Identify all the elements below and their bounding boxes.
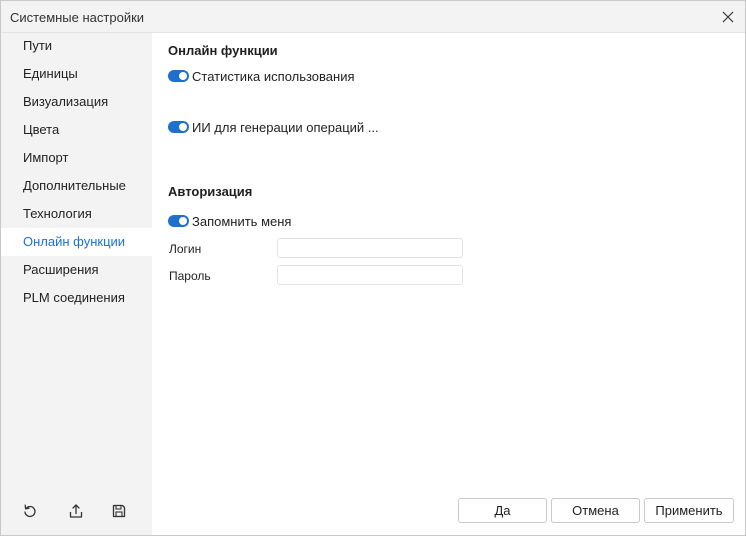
- sidebar-item-units[interactable]: Единицы: [1, 60, 152, 88]
- reset-button[interactable]: [18, 499, 42, 523]
- toggle-knob: [179, 217, 187, 225]
- sidebar-item-technology[interactable]: Технология: [1, 200, 152, 228]
- login-input[interactable]: [277, 238, 463, 258]
- cancel-button[interactable]: Отмена: [551, 498, 640, 523]
- sidebar-item-import[interactable]: Импорт: [1, 144, 152, 172]
- remember-me-label: Запомнить меня: [192, 213, 292, 229]
- usage-stats-label: Статистика использования: [192, 68, 355, 84]
- export-icon: [69, 504, 83, 518]
- window-title: Системные настройки: [10, 10, 145, 25]
- close-icon: [722, 11, 734, 23]
- title-bar: Системные настройки: [1, 1, 745, 33]
- authorization-heading: Авторизация: [168, 184, 253, 199]
- settings-content: Онлайн функции Статистика использования …: [152, 33, 745, 535]
- login-label: Логин: [169, 242, 202, 256]
- sidebar-item-visualization[interactable]: Визуализация: [1, 88, 152, 116]
- sidebar-item-online-functions[interactable]: Онлайн функции: [1, 228, 152, 256]
- remember-me-toggle[interactable]: [168, 215, 189, 227]
- usage-stats-toggle-row[interactable]: Статистика использования: [168, 68, 355, 84]
- settings-dialog: Системные настройки Пути Единицы Визуали…: [0, 0, 746, 536]
- sidebar-toolbar: [1, 499, 152, 523]
- sidebar-item-colors[interactable]: Цвета: [1, 116, 152, 144]
- remember-me-toggle-row[interactable]: Запомнить меня: [168, 213, 291, 229]
- ok-button[interactable]: Да: [458, 498, 547, 523]
- sidebar-item-plm-connections[interactable]: PLM соединения: [1, 284, 152, 312]
- apply-button[interactable]: Применить: [644, 498, 734, 523]
- sidebar-item-extensions[interactable]: Расширения: [1, 256, 152, 284]
- ai-operations-label: ИИ для генерации операций ...: [192, 119, 379, 135]
- toggle-knob: [179, 72, 187, 80]
- sidebar-nav: Пути Единицы Визуализация Цвета Импорт Д…: [1, 32, 152, 312]
- password-input[interactable]: [277, 265, 463, 285]
- ai-operations-toggle[interactable]: [168, 121, 189, 133]
- reset-icon: [24, 504, 36, 518]
- close-button[interactable]: [717, 6, 739, 28]
- online-functions-heading: Онлайн функции: [168, 43, 278, 58]
- password-label: Пароль: [169, 269, 211, 283]
- export-button[interactable]: [64, 499, 88, 523]
- sidebar-item-paths[interactable]: Пути: [1, 32, 152, 60]
- toggle-knob: [179, 123, 187, 131]
- sidebar-item-additional[interactable]: Дополнительные: [1, 172, 152, 200]
- usage-stats-toggle[interactable]: [168, 70, 189, 82]
- save-settings-button[interactable]: [107, 499, 131, 523]
- ai-operations-toggle-row[interactable]: ИИ для генерации операций ...: [168, 119, 379, 135]
- save-icon: [112, 504, 126, 518]
- sidebar: Пути Единицы Визуализация Цвета Импорт Д…: [1, 33, 152, 535]
